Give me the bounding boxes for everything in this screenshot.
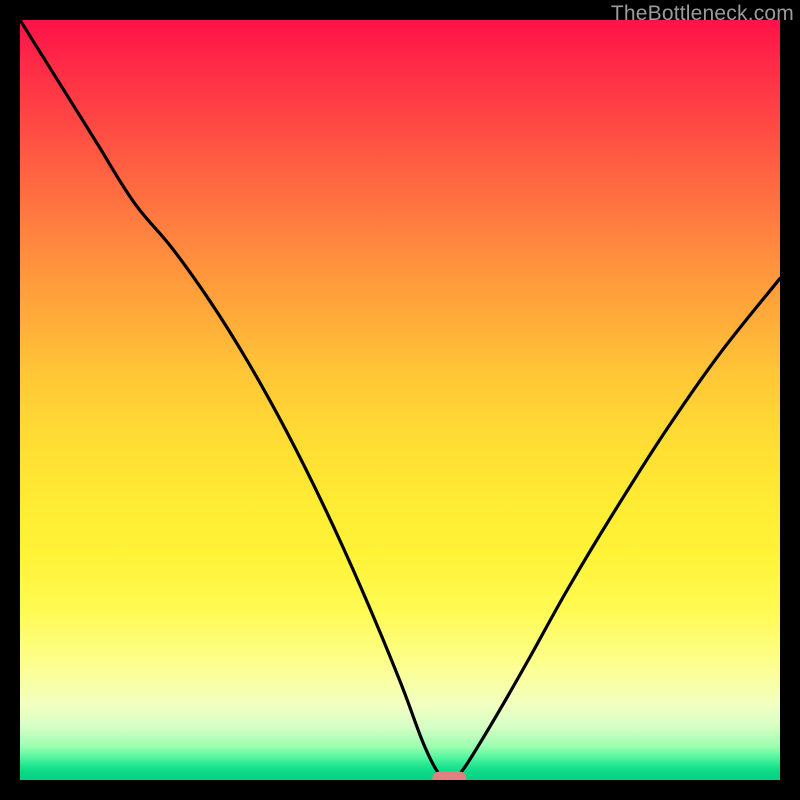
bottleneck-curve: [20, 20, 780, 780]
minimum-marker: [432, 772, 466, 781]
curve-layer: [20, 20, 780, 780]
plot-area: [20, 20, 780, 780]
chart-frame: TheBottleneck.com: [0, 0, 800, 800]
watermark-text: TheBottleneck.com: [611, 2, 794, 26]
